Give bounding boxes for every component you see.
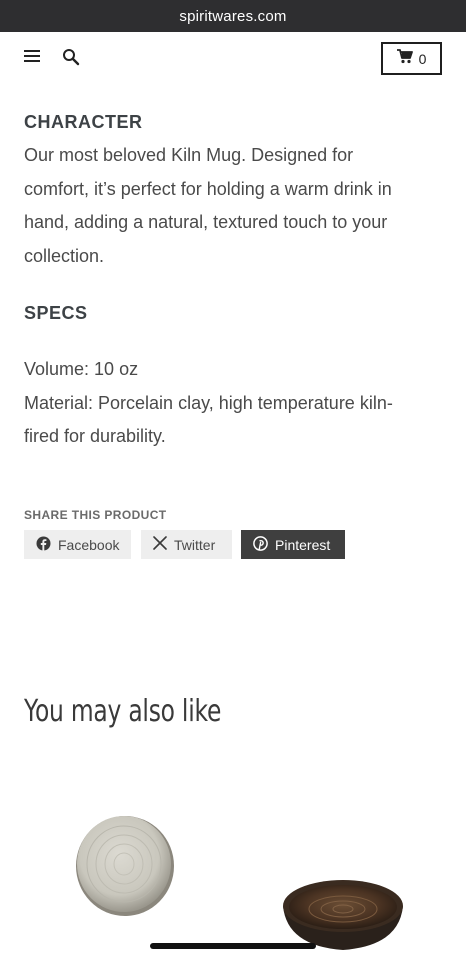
related-product-plate-image[interactable] xyxy=(74,812,176,918)
twitter-label: Twitter xyxy=(174,536,216,553)
share-twitter-button[interactable]: Twitter xyxy=(141,530,232,559)
pinterest-label: Pinterest xyxy=(275,536,331,553)
related-products-heading: You may also like xyxy=(24,694,222,729)
specs-line: Material: Porcelain clay, high temperatu… xyxy=(24,392,393,413)
character-line: Our most beloved Kiln Mug. Designed for xyxy=(24,145,354,165)
search-icon[interactable] xyxy=(62,48,82,68)
specs-list: Volume: 10 oz Material: Porcelain clay, … xyxy=(24,353,444,454)
cart-button[interactable]: 0 xyxy=(381,42,442,75)
menu-icon[interactable] xyxy=(24,50,40,64)
cart-icon xyxy=(396,48,413,69)
specs-heading: SPECS xyxy=(24,303,88,323)
character-heading: CHARACTER xyxy=(24,112,143,132)
specs-line: Volume: 10 oz xyxy=(24,359,139,379)
specs-line: fired for durability. xyxy=(24,426,166,446)
character-description: Our most beloved Kiln Mug. Designed for … xyxy=(24,139,444,273)
cart-count: 0 xyxy=(418,50,427,67)
url-text: spiritwares.com xyxy=(179,7,287,25)
character-line: collection. xyxy=(24,245,105,266)
x-twitter-icon xyxy=(153,536,167,553)
site-header: 0 xyxy=(0,32,466,84)
facebook-label: Facebook xyxy=(58,536,120,553)
home-indicator[interactable] xyxy=(150,943,316,949)
character-line: comfort, it’s perfect for holding a warm… xyxy=(24,178,392,199)
character-line: hand, adding a natural, textured touch t… xyxy=(24,212,388,232)
pinterest-icon xyxy=(253,535,268,554)
share-facebook-button[interactable]: Facebook xyxy=(24,530,131,559)
browser-url-bar[interactable]: spiritwares.com xyxy=(0,0,466,32)
share-heading: SHARE THIS PRODUCT xyxy=(24,508,167,522)
share-pinterest-button[interactable]: Pinterest xyxy=(241,530,345,559)
facebook-icon xyxy=(36,536,51,554)
